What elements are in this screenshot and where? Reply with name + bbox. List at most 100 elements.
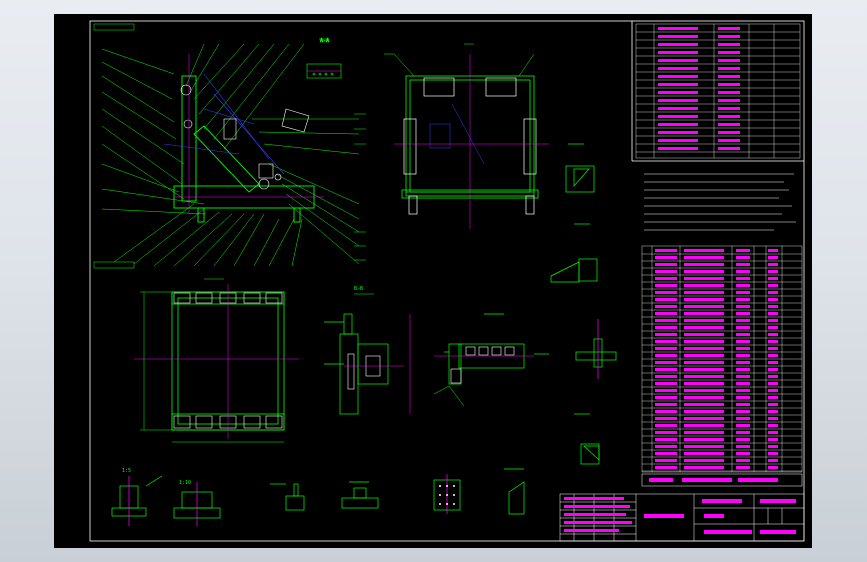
parts-row-fill — [684, 333, 724, 336]
parts-row-fill — [655, 438, 677, 441]
parts-row-fill — [684, 375, 724, 378]
cad-viewport[interactable]: A-A B-B 1:5 1:10 — [54, 14, 812, 548]
parts-row-fill — [655, 298, 677, 301]
parts-row-fill — [655, 249, 677, 252]
parts-row-fill — [736, 263, 750, 266]
parts-row-fill — [736, 312, 750, 315]
parts-row-fill — [768, 298, 778, 301]
parts-row-fill — [655, 284, 677, 287]
parts-row-fill — [768, 326, 778, 329]
parts-row-fill — [655, 319, 677, 322]
parts-row-fill — [655, 368, 677, 371]
parts-row-fill — [655, 382, 677, 385]
parts-row-fill — [655, 417, 677, 420]
parts-row-fill — [655, 326, 677, 329]
parts-row-fill — [768, 466, 778, 469]
revision-row-fill — [658, 51, 698, 54]
parts-row-fill — [768, 312, 778, 315]
parts-row-fill — [768, 403, 778, 406]
revision-row-fill — [718, 75, 740, 78]
parts-row-fill — [736, 361, 750, 364]
parts-row-fill — [655, 305, 677, 308]
parts-row-fill — [655, 333, 677, 336]
parts-row-fill — [684, 403, 724, 406]
parts-row-fill — [684, 291, 724, 294]
plan-view — [134, 278, 299, 443]
revision-row-fill — [718, 83, 740, 86]
parts-row-fill — [736, 354, 750, 357]
parts-row-fill — [655, 256, 677, 259]
revision-row-fill — [718, 99, 740, 102]
parts-row-fill — [684, 284, 724, 287]
revision-row-fill — [718, 147, 740, 150]
parts-list-table — [641, 245, 803, 473]
revision-row-fill — [718, 51, 740, 54]
parts-row-fill — [736, 284, 750, 287]
parts-row-fill — [736, 347, 750, 350]
parts-row-fill — [736, 459, 750, 462]
parts-row-fill — [768, 396, 778, 399]
parts-row-fill — [655, 431, 677, 434]
parts-row-fill — [768, 368, 778, 371]
parts-row-fill — [655, 354, 677, 357]
parts-row-fill — [736, 340, 750, 343]
parts-row-fill — [736, 375, 750, 378]
revision-row-fill — [718, 123, 740, 126]
front-frame-view — [384, 43, 549, 229]
detail-a-a: A-A — [306, 38, 342, 79]
parts-row-fill — [684, 396, 724, 399]
revision-row-fill — [658, 83, 698, 86]
parts-row-fill — [655, 466, 677, 469]
parts-row-fill — [684, 389, 724, 392]
revision-row-fill — [658, 123, 698, 126]
parts-row-fill — [684, 326, 724, 329]
parts-row-fill — [736, 291, 750, 294]
parts-row-fill — [768, 361, 778, 364]
revision-row-fill — [658, 139, 698, 142]
revision-row-fill — [658, 147, 698, 150]
parts-row-fill — [768, 452, 778, 455]
parts-row-fill — [736, 424, 750, 427]
revision-row-fill — [658, 99, 698, 102]
parts-row-fill — [736, 319, 750, 322]
parts-row-fill — [684, 277, 724, 280]
parts-row-fill — [768, 375, 778, 378]
parts-row-fill — [768, 347, 778, 350]
parts-row-fill — [768, 382, 778, 385]
revision-row-fill — [658, 107, 698, 110]
parts-row-fill — [736, 445, 750, 448]
detail-a-a-tag: A-A — [320, 38, 329, 44]
parts-row-fill — [655, 389, 677, 392]
parts-row-fill — [655, 452, 677, 455]
parts-row-fill — [768, 249, 778, 252]
parts-row-fill — [768, 389, 778, 392]
parts-row-fill — [684, 249, 724, 252]
parts-row-fill — [655, 312, 677, 315]
parts-row-fill — [736, 333, 750, 336]
revision-row-fill — [718, 139, 740, 142]
parts-row-fill — [736, 438, 750, 441]
section-b-b-tag: B-B — [354, 286, 363, 292]
parts-row-fill — [736, 277, 750, 280]
technical-notes — [644, 173, 796, 231]
parts-row-fill — [655, 459, 677, 462]
revision-row-fill — [658, 91, 698, 94]
parts-row-fill — [736, 431, 750, 434]
parts-row-fill — [736, 382, 750, 385]
parts-row-fill — [736, 396, 750, 399]
parts-row-fill — [768, 291, 778, 294]
revision-row-fill — [658, 131, 698, 134]
parts-row-fill — [684, 270, 724, 273]
parts-row-fill — [684, 424, 724, 427]
connection-detail — [433, 313, 549, 407]
parts-row-fill — [684, 263, 724, 266]
parts-row-fill — [768, 333, 778, 336]
revision-row-fill — [658, 27, 698, 30]
bottom-part-details — [111, 468, 525, 526]
parts-row-fill — [768, 417, 778, 420]
parts-row-fill — [684, 354, 724, 357]
revision-table — [635, 23, 801, 159]
parts-row-fill — [736, 466, 750, 469]
parts-row-fill — [768, 340, 778, 343]
parts-row-fill — [768, 305, 778, 308]
